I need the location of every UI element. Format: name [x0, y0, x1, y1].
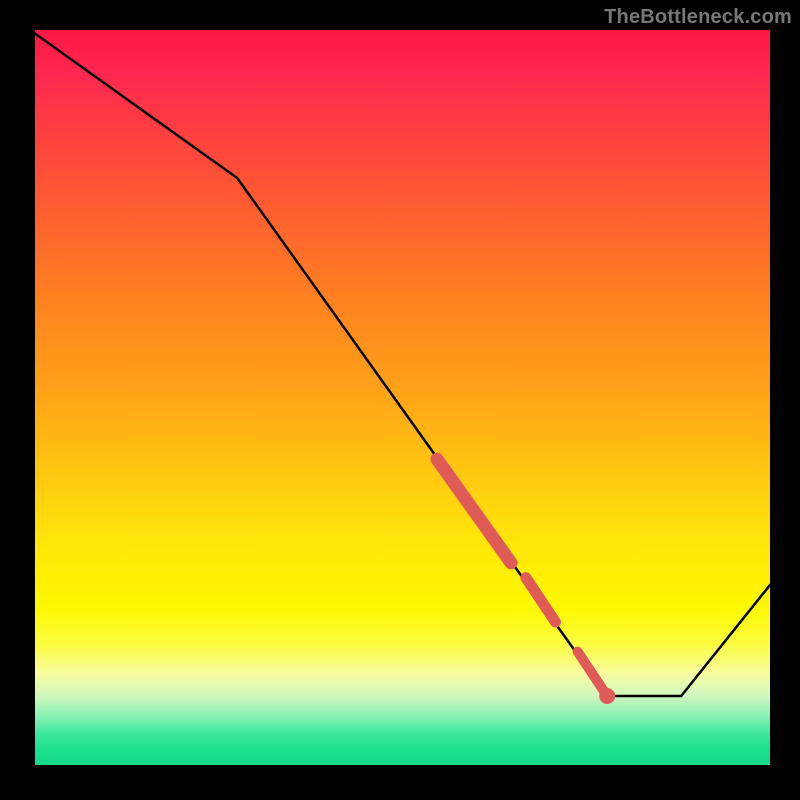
- watermark-text: TheBottleneck.com: [604, 6, 792, 29]
- chart-overlay: [30, 30, 770, 770]
- bottleneck-curve: [30, 30, 770, 696]
- highlight-end-dot: [599, 688, 615, 704]
- plot-area: [30, 30, 770, 770]
- highlight-segment-3: [578, 652, 608, 696]
- highlight-segment-1: [437, 459, 511, 563]
- highlight-segment-2: [526, 578, 556, 622]
- chart-container: TheBottleneck.com: [0, 0, 800, 800]
